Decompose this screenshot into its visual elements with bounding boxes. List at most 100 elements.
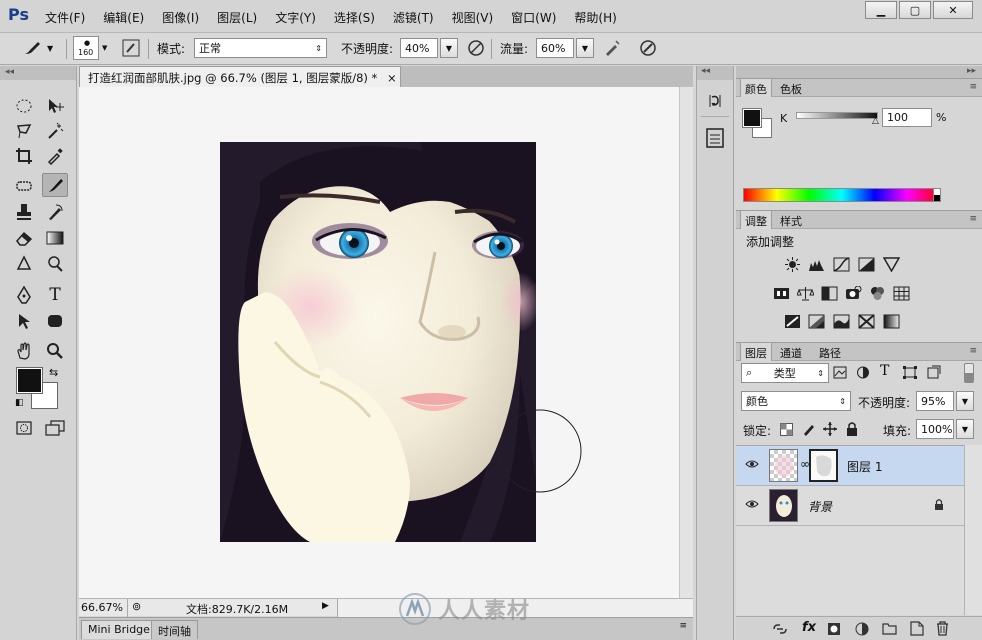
layers-scrollbar[interactable] — [964, 445, 982, 615]
threshold-icon[interactable] — [833, 314, 850, 329]
pen-tool[interactable] — [11, 283, 37, 307]
history-brush-tool[interactable] — [42, 200, 68, 224]
layer-fill-input[interactable]: 100% — [916, 419, 954, 439]
canvas-area[interactable] — [79, 87, 679, 598]
opacity-slider-button[interactable]: ▼ — [440, 38, 458, 58]
opacity-input[interactable]: 40% — [400, 38, 438, 58]
zoom-tool[interactable] — [42, 339, 68, 363]
tab-adjustments[interactable]: 调整 — [740, 211, 772, 229]
close-button[interactable]: ✕ — [933, 1, 973, 19]
layer-row-layer1[interactable]: ∞ 图层 1 — [736, 446, 964, 486]
healing-brush-tool[interactable] — [11, 174, 37, 198]
panel-menu-icon[interactable]: ≡ — [969, 346, 977, 356]
menu-image[interactable]: 图像(I) — [162, 9, 199, 26]
flow-input[interactable]: 60% — [536, 38, 574, 58]
panel-collapse-handle[interactable]: ▸▸ — [736, 66, 982, 78]
document-image[interactable] — [220, 142, 536, 542]
posterize-icon[interactable] — [808, 314, 825, 329]
lock-pixels-icon[interactable] — [802, 422, 816, 436]
shape-filter-icon[interactable] — [903, 366, 917, 379]
menu-select[interactable]: 选择(S) — [334, 9, 375, 26]
eraser-tool[interactable] — [11, 226, 37, 250]
pressure-opacity-toggle[interactable] — [465, 37, 487, 59]
layer-name[interactable]: 图层 1 — [847, 458, 882, 475]
layer-name[interactable]: 背景 — [808, 498, 832, 515]
levels-icon[interactable] — [808, 257, 825, 272]
panel-menu-icon[interactable]: ≡ — [969, 214, 977, 224]
color-balance-icon[interactable] — [797, 286, 814, 301]
color-lookup-icon[interactable] — [893, 286, 910, 301]
menu-view[interactable]: 视图(V) — [452, 9, 494, 26]
visibility-eye-icon[interactable] — [745, 459, 759, 469]
color-spectrum-ramp[interactable] — [743, 188, 941, 202]
menu-edit[interactable]: 编辑(E) — [103, 9, 144, 26]
k-value-input[interactable]: 100 — [882, 108, 932, 127]
panel-collapse-handle[interactable]: ◂◂ — [0, 66, 76, 80]
fx-icon[interactable]: fx — [802, 620, 816, 635]
pixel-filter-icon[interactable] — [833, 366, 847, 379]
mode-select[interactable]: 正常 ⇕ — [194, 37, 327, 59]
default-colors-icon[interactable]: ◧ — [15, 398, 24, 408]
delete-layer-icon[interactable] — [936, 621, 949, 636]
close-tab-icon[interactable]: × — [387, 71, 397, 85]
move-tool[interactable] — [42, 94, 68, 118]
lock-all-icon[interactable] — [846, 421, 858, 436]
airbrush-toggle[interactable] — [601, 37, 623, 59]
menu-window[interactable]: 窗口(W) — [511, 9, 556, 26]
black-white-icon[interactable] — [821, 286, 838, 301]
menu-help[interactable]: 帮助(H) — [574, 9, 616, 26]
blend-mode-select[interactable]: 颜色 ⇕ — [741, 391, 851, 411]
lasso-tool[interactable] — [11, 119, 37, 143]
swap-colors-icon[interactable]: ⇆ — [49, 366, 58, 379]
link-layers-icon[interactable] — [772, 623, 788, 635]
brush-tool[interactable] — [42, 173, 68, 197]
pressure-size-toggle[interactable] — [637, 37, 659, 59]
visibility-eye-icon[interactable] — [745, 499, 759, 509]
filter-toggle-switch[interactable] — [964, 363, 974, 383]
layer-filter-select[interactable]: ⌕ 类型 ⇕ — [741, 363, 829, 383]
color-panel-foreground-swatch[interactable] — [742, 108, 762, 128]
tab-paths[interactable]: 路径 — [815, 343, 845, 361]
adjustment-filter-icon[interactable] — [856, 366, 870, 379]
menu-layer[interactable]: 图层(L) — [217, 9, 257, 26]
clone-stamp-tool[interactable] — [11, 200, 37, 224]
curves-icon[interactable] — [833, 257, 850, 272]
screen-mode-toggle[interactable] — [42, 416, 68, 440]
brush-tool-preset[interactable]: ▼ — [22, 37, 53, 59]
brush-size-picker[interactable]: ● 160 ▼ — [73, 36, 107, 60]
ramp-black-white[interactable] — [933, 188, 941, 202]
tab-color[interactable]: 颜色 — [740, 79, 772, 97]
new-adjustment-icon[interactable] — [855, 622, 869, 636]
menu-filter[interactable]: 滤镜(T) — [393, 9, 434, 26]
layer-row-background[interactable]: 背景 — [736, 486, 964, 526]
lock-position-icon[interactable] — [823, 422, 837, 436]
hue-saturation-icon[interactable] — [773, 286, 790, 301]
brush-panel-toggle[interactable] — [120, 37, 142, 59]
tab-styles[interactable]: 样式 — [776, 211, 806, 229]
flow-slider-button[interactable]: ▼ — [576, 38, 594, 58]
history-panel-button[interactable] — [704, 91, 726, 111]
k-slider[interactable] — [796, 112, 878, 119]
panel-collapse-handle[interactable]: ◂◂ — [697, 66, 733, 80]
slider-thumb-icon[interactable]: △ — [872, 116, 879, 126]
status-menu-arrow-icon[interactable]: ▶ — [322, 601, 329, 611]
zoom-level[interactable]: 66.67% — [81, 601, 123, 614]
gradient-map-icon[interactable] — [883, 314, 900, 329]
tab-timeline[interactable]: 时间轴 — [151, 620, 198, 639]
hand-tool[interactable] — [11, 339, 37, 363]
tab-layers[interactable]: 图层 — [740, 343, 772, 361]
smart-object-filter-icon[interactable] — [927, 365, 941, 379]
new-group-icon[interactable] — [882, 622, 897, 635]
document-tab[interactable]: 打造红润面部肌肤.jpg @ 66.7% (图层 1, 图层蒙版/8) * × — [79, 66, 401, 87]
blur-tool[interactable] — [11, 252, 37, 276]
exposure-icon[interactable] — [858, 257, 875, 272]
photo-filter-icon[interactable] — [845, 286, 862, 301]
selective-color-icon[interactable] — [858, 314, 875, 329]
crop-tool[interactable] — [11, 144, 37, 168]
type-filter-icon[interactable]: T — [880, 363, 889, 379]
marquee-tool[interactable] — [11, 94, 37, 118]
status-info-icon[interactable]: ⊚ — [132, 600, 141, 613]
tab-mini-bridge[interactable]: Mini Bridge — [81, 620, 157, 639]
add-mask-icon[interactable] — [827, 622, 841, 636]
panel-menu-icon[interactable]: ≡ — [969, 82, 977, 92]
